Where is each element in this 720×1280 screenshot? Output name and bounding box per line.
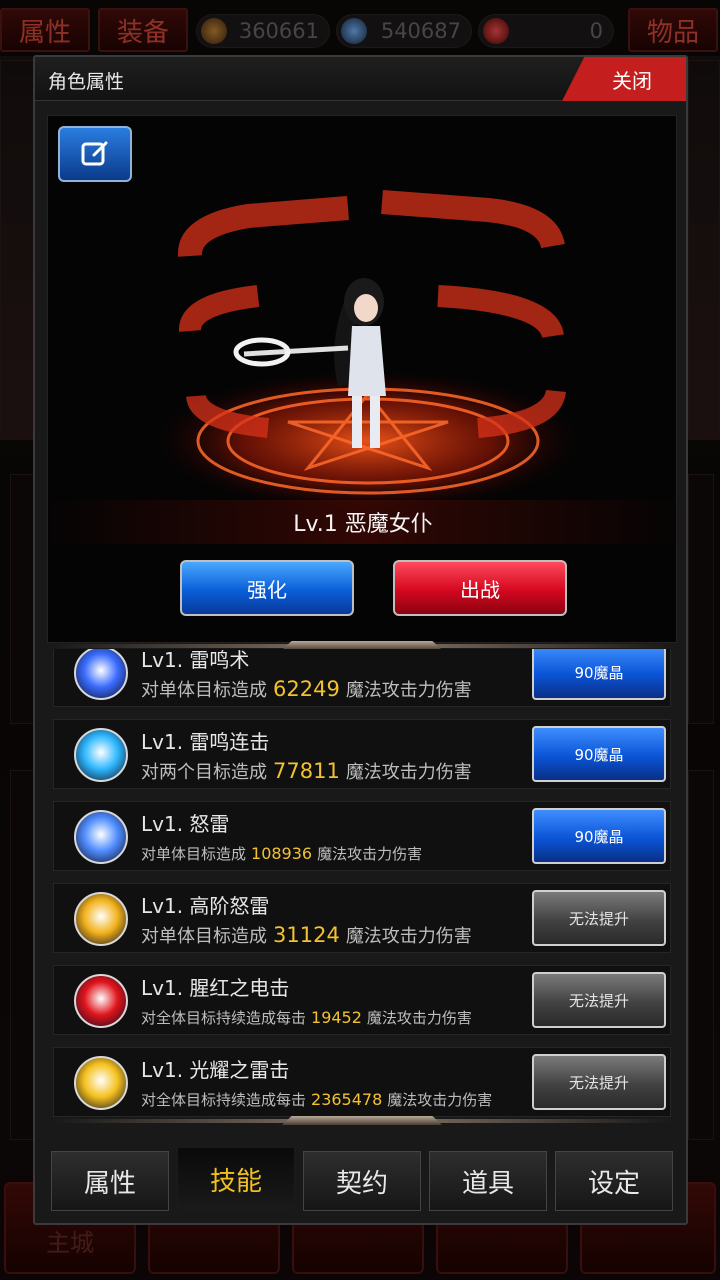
skill-desc-prefix: 对单体目标造成 bbox=[141, 680, 267, 701]
skill-upgrade-button[interactable]: 无法提升 bbox=[532, 890, 666, 946]
thunder-rage-icon bbox=[74, 810, 128, 864]
skill-upgrade-button[interactable]: 无法提升 bbox=[532, 1054, 666, 1110]
skill-desc-suffix: 魔法攻击力伤害 bbox=[345, 762, 472, 783]
list-top-divider bbox=[53, 641, 671, 650]
skill-row: Lv1. 雷鸣术 对单体目标造成 62249 魔法攻击力伤害 90魔晶 bbox=[53, 649, 671, 707]
tab-items[interactable]: 道具 bbox=[429, 1151, 547, 1211]
character-attributes-panel: 角色属性 关闭 Lv.1 恶魔女仆 强化 出战 Lv1. 雷鸣术 对单体目标造成… bbox=[33, 55, 688, 1225]
skill-description: 对全体目标持续造成每击 2365478 魔法攻击力伤害 bbox=[141, 1089, 492, 1110]
skill-desc-prefix: 对单体目标造成 bbox=[141, 926, 267, 947]
skill-damage-value: 31124 bbox=[273, 923, 340, 947]
skill-damage-value: 2365478 bbox=[311, 1090, 383, 1109]
skill-damage-value: 62249 bbox=[273, 677, 340, 701]
skill-damage-value: 19452 bbox=[311, 1008, 362, 1027]
character-display: Lv.1 恶魔女仆 强化 出战 bbox=[47, 115, 678, 643]
skill-upgrade-button[interactable]: 90魔晶 bbox=[532, 808, 666, 864]
skill-name: Lv1. 雷鸣连击 bbox=[141, 730, 270, 754]
skill-name: Lv1. 高阶怒雷 bbox=[141, 894, 270, 918]
skill-name: Lv1. 怒雷 bbox=[141, 812, 230, 836]
skill-name: Lv1. 雷鸣术 bbox=[141, 649, 250, 672]
skill-name: Lv1. 光耀之雷击 bbox=[141, 1058, 290, 1082]
tab-settings[interactable]: 设定 bbox=[555, 1151, 673, 1211]
skill-desc-prefix: 对两个目标造成 bbox=[141, 762, 267, 783]
skill-row: Lv1. 腥红之电击对全体目标持续造成每击 19452 魔法攻击力伤害 无法提升 bbox=[53, 965, 671, 1035]
skill-desc-suffix: 魔法攻击力伤害 bbox=[317, 845, 423, 863]
skill-upgrade-button[interactable]: 90魔晶 bbox=[532, 649, 666, 700]
radiant-thunder-icon bbox=[74, 1056, 128, 1110]
panel-tabs: 属性 技能 契约 道具 设定 bbox=[47, 1147, 677, 1217]
advanced-thunder-icon bbox=[74, 892, 128, 946]
tab-contract[interactable]: 契约 bbox=[303, 1151, 421, 1211]
skill-description: 对单体目标造成 108936 魔法攻击力伤害 bbox=[141, 843, 422, 864]
lightning-combo-icon bbox=[74, 728, 128, 782]
skill-damage-value: 77811 bbox=[273, 759, 340, 783]
skill-description: 对两个目标造成 77811 魔法攻击力伤害 bbox=[141, 758, 472, 784]
skill-desc-prefix: 对全体目标持续造成每击 bbox=[141, 1009, 307, 1027]
skill-upgrade-button[interactable]: 无法提升 bbox=[532, 972, 666, 1028]
panel-title: 角色属性 bbox=[48, 71, 125, 93]
lightning-skill-icon bbox=[74, 649, 128, 700]
skill-row: Lv1. 怒雷对单体目标造成 108936 魔法攻击力伤害 90魔晶 bbox=[53, 801, 671, 871]
skill-damage-value: 108936 bbox=[251, 844, 313, 863]
skill-description: 对全体目标持续造成每击 19452 魔法攻击力伤害 bbox=[141, 1007, 472, 1028]
skill-desc-prefix: 对单体目标造成 bbox=[141, 845, 247, 863]
skill-row: Lv1. 高阶怒雷 对单体目标造成 31124 魔法攻击力伤害 无法提升 bbox=[53, 883, 671, 953]
skill-upgrade-button[interactable]: 90魔晶 bbox=[532, 726, 666, 782]
enhance-button[interactable]: 强化 bbox=[180, 560, 354, 616]
list-bottom-divider bbox=[53, 1116, 671, 1125]
skill-desc-suffix: 魔法攻击力伤害 bbox=[345, 926, 472, 947]
skill-description: 对单体目标造成 62249 魔法攻击力伤害 bbox=[141, 676, 472, 702]
skill-desc-suffix: 魔法攻击力伤害 bbox=[345, 680, 472, 701]
close-button[interactable]: 关闭 bbox=[562, 57, 686, 101]
deploy-button[interactable]: 出战 bbox=[393, 560, 567, 616]
skill-name: Lv1. 腥红之电击 bbox=[141, 976, 290, 1000]
game-screen: 属性 装备 360661 540687 0 物品 主城 角色属性 关闭 Lv.1… bbox=[0, 0, 720, 1280]
skill-list[interactable]: Lv1. 雷鸣术 对单体目标造成 62249 魔法攻击力伤害 90魔晶 Lv1. 雷鸣连击… bbox=[51, 649, 673, 1125]
skill-row: Lv1. 光耀之雷击对全体目标持续造成每击 2365478 魔法攻击力伤害 无法提升 bbox=[53, 1047, 671, 1117]
skill-description: 对单体目标造成 31124 魔法攻击力伤害 bbox=[141, 922, 472, 948]
skill-desc-suffix: 魔法攻击力伤害 bbox=[387, 1091, 493, 1109]
skill-desc-suffix: 魔法攻击力伤害 bbox=[366, 1009, 472, 1027]
character-name: Lv.1 恶魔女仆 bbox=[48, 500, 678, 544]
tab-attributes[interactable]: 属性 bbox=[51, 1151, 169, 1211]
summon-circle-scene bbox=[158, 190, 578, 511]
tab-skills[interactable]: 技能 bbox=[177, 1147, 295, 1211]
panel-header: 角色属性 关闭 bbox=[35, 57, 686, 101]
skill-row: Lv1. 雷鸣连击 对两个目标造成 77811 魔法攻击力伤害 90魔晶 bbox=[53, 719, 671, 789]
crimson-shock-icon bbox=[74, 974, 128, 1028]
skill-desc-prefix: 对全体目标持续造成每击 bbox=[141, 1091, 307, 1109]
